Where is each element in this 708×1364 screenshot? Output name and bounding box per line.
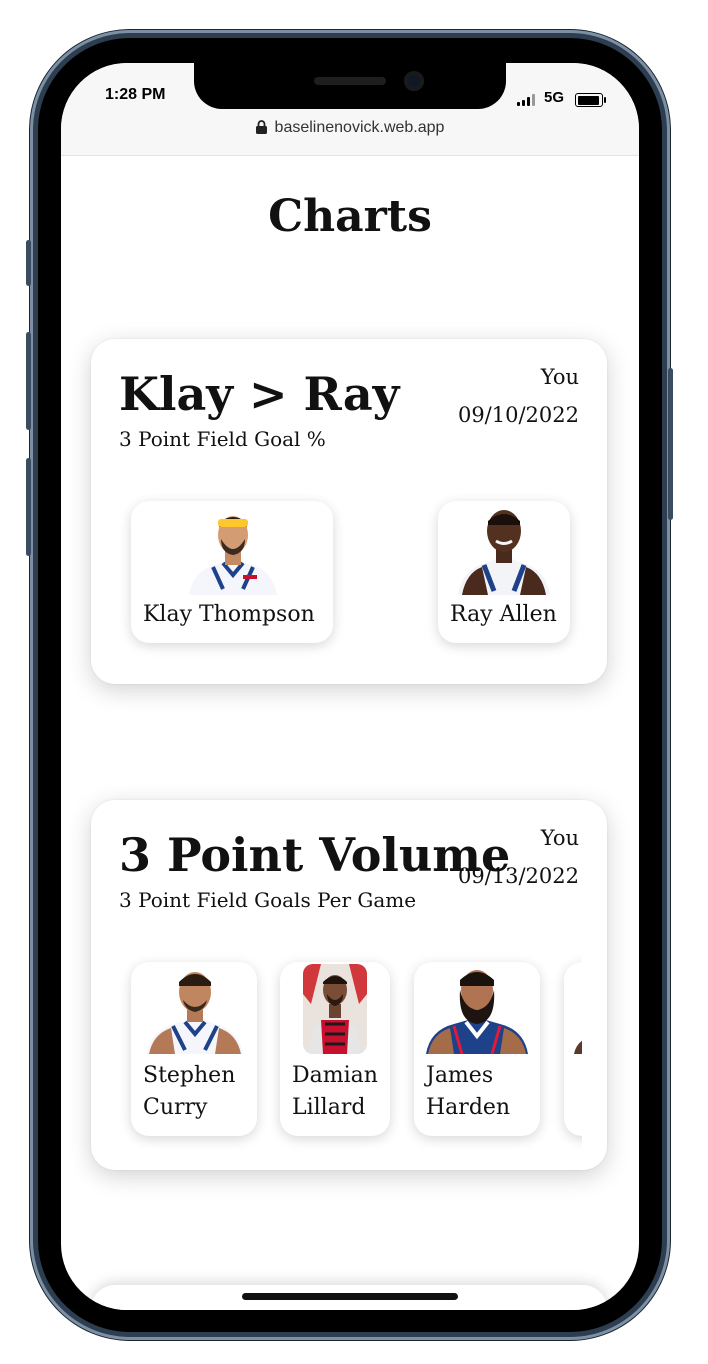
player-card-klay-thompson[interactable]: Klay Thompson	[131, 501, 333, 643]
card-subtitle: 3 Point Field Goal %	[119, 427, 326, 451]
player-name: Damian Lillard	[292, 1063, 378, 1120]
card-title: 3 Point Volume	[119, 828, 511, 882]
player-card-next[interactable]	[564, 962, 582, 1136]
player-name: James Harden	[426, 1063, 511, 1120]
chart-card[interactable]: Klay > Ray 3 Point Field Goal % You 09/1…	[91, 339, 607, 684]
mute-switch	[26, 240, 31, 286]
screen: 1:28 PM 5G baselinenovick.web.app Charts…	[61, 63, 639, 1310]
home-indicator[interactable]	[242, 1293, 458, 1300]
network-type: 5G	[544, 89, 565, 106]
player-photo	[303, 964, 367, 1054]
cellular-signal-icon	[517, 94, 537, 106]
card-title: Klay > Ray	[119, 367, 400, 421]
volume-up-button	[26, 332, 31, 430]
address-bar[interactable]: baselinenovick.web.app	[61, 119, 639, 137]
player-photo	[426, 970, 528, 1054]
chart-card[interactable]: 3 Point Volume 3 Point Field Goals Per G…	[91, 800, 607, 1170]
battery-icon	[575, 93, 606, 107]
player-card-ray-allen[interactable]: Ray Allen	[438, 501, 570, 643]
card-date: 09/10/2022	[457, 403, 579, 427]
player-card-stephen-curry[interactable]: Stephen Curry	[131, 962, 257, 1136]
card-author: You	[540, 826, 579, 850]
player-name: Klay Thompson	[143, 602, 315, 627]
earpiece-speaker	[314, 77, 386, 85]
card-date: 09/13/2022	[457, 864, 579, 888]
front-camera	[404, 71, 424, 91]
card-author: You	[540, 365, 579, 389]
player-photo	[189, 516, 277, 595]
page-title: Charts	[268, 191, 432, 242]
lock-icon	[255, 120, 267, 134]
player-photo	[574, 1040, 582, 1054]
player-card-damian-lillard[interactable]: Damian Lillard	[280, 962, 390, 1136]
player-name: Stephen Curry	[143, 1063, 236, 1120]
player-photo	[147, 972, 243, 1054]
url-text: baselinenovick.web.app	[274, 119, 445, 136]
power-button	[668, 368, 673, 520]
volume-down-button	[26, 458, 31, 556]
player-name: Ray Allen	[450, 602, 557, 627]
player-card-james-harden[interactable]: James Harden	[414, 962, 540, 1136]
player-photo	[458, 510, 550, 595]
player-carousel[interactable]: Stephen Curry Damian Lillard James Harde…	[119, 950, 582, 1150]
notch	[194, 63, 506, 109]
status-time: 1:28 PM	[105, 86, 166, 103]
card-subtitle: 3 Point Field Goals Per Game	[119, 888, 417, 912]
